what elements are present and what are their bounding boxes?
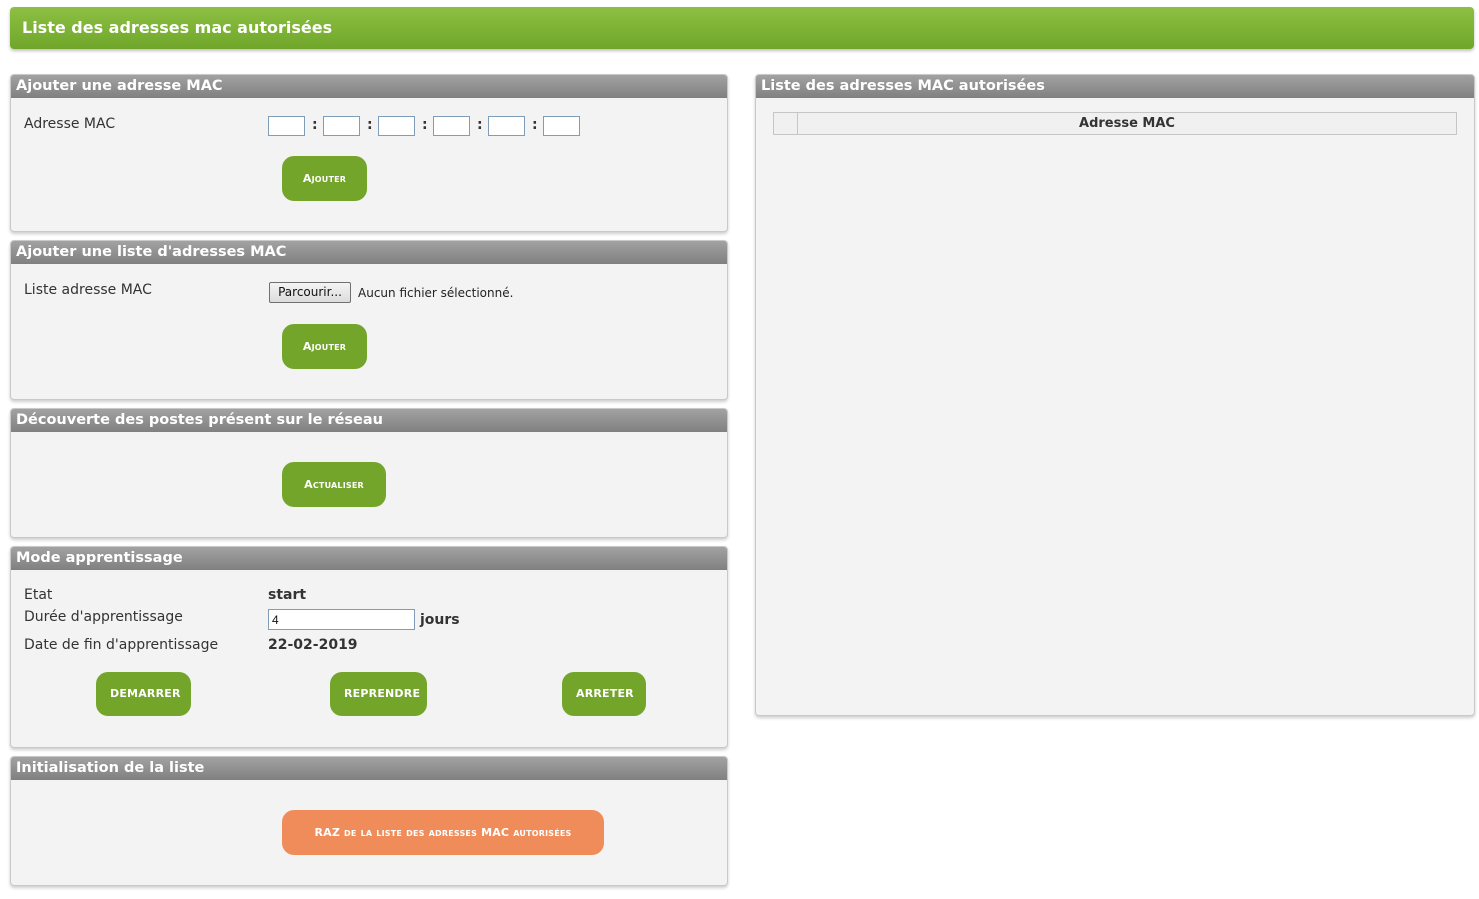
no-file-selected-text: Aucun fichier sélectionné.	[358, 286, 514, 300]
duration-unit: jours	[420, 612, 460, 628]
refresh-button[interactable]: Actualiser	[282, 462, 386, 507]
mac-octet-5-input[interactable]	[488, 116, 525, 136]
mac-octet-1-input[interactable]	[268, 116, 305, 136]
add-mac-list-button[interactable]: Ajouter	[282, 324, 367, 369]
mac-separator: :	[532, 117, 538, 133]
resume-learning-button[interactable]: REPRENDRE	[330, 672, 427, 716]
page-title-bar: Liste des adresses mac autorisées	[10, 7, 1474, 49]
start-learning-button[interactable]: DEMARRER	[96, 672, 191, 716]
mac-separator: :	[367, 117, 373, 133]
add-mac-panel-title: Ajouter une adresse MAC	[11, 75, 727, 98]
state-label: Etat	[24, 587, 53, 603]
add-mac-list-panel-title: Ajouter une liste d'adresses MAC	[11, 241, 727, 264]
select-all-column-header[interactable]	[774, 113, 798, 134]
browse-file-button[interactable]: Parcourir...	[269, 282, 351, 303]
mac-separator: :	[312, 117, 318, 133]
mac-address-column-header[interactable]: Adresse MAC	[798, 113, 1456, 134]
learning-end-date-value: 22-02-2019	[268, 637, 358, 653]
mac-octet-3-input[interactable]	[378, 116, 415, 136]
learning-end-date-label: Date de fin d'apprentissage	[24, 637, 219, 653]
mac-octet-4-input[interactable]	[433, 116, 470, 136]
learning-duration-input[interactable]	[268, 609, 415, 630]
add-mac-button[interactable]: Ajouter	[282, 156, 367, 201]
learning-mode-panel: Mode apprentissage Etat start Durée d'ap…	[10, 546, 728, 748]
state-value: start	[268, 587, 307, 603]
learning-duration-label: Durée d'apprentissage	[24, 609, 183, 625]
add-mac-list-panel: Ajouter une liste d'adresses MAC Liste a…	[10, 240, 728, 400]
authorized-mac-list-panel: Liste des adresses MAC autorisées Adress…	[755, 74, 1475, 716]
mac-octet-2-input[interactable]	[323, 116, 360, 136]
learning-mode-panel-title: Mode apprentissage	[11, 547, 727, 570]
authorized-mac-list-panel-title: Liste des adresses MAC autorisées	[756, 75, 1474, 98]
mac-address-label: Adresse MAC	[24, 116, 116, 132]
mac-list-label: Liste adresse MAC	[24, 282, 152, 298]
discovery-panel: Découverte des postes présent sur le rés…	[10, 408, 728, 538]
mac-separator: :	[477, 117, 483, 133]
mac-octet-6-input[interactable]	[543, 116, 580, 136]
reset-list-panel-title: Initialisation de la liste	[11, 757, 727, 780]
add-mac-panel: Ajouter une adresse MAC Adresse MAC : : …	[10, 74, 728, 232]
page-title: Liste des adresses mac autorisées	[22, 18, 333, 37]
reset-mac-list-button[interactable]: RAZ de la liste des adresses MAC autoris…	[282, 810, 604, 855]
reset-list-panel: Initialisation de la liste RAZ de la lis…	[10, 756, 728, 886]
discovery-panel-title: Découverte des postes présent sur le rés…	[11, 409, 727, 432]
mac-table-header: Adresse MAC	[773, 112, 1457, 135]
mac-separator: :	[422, 117, 428, 133]
stop-learning-button[interactable]: ARRETER	[562, 672, 646, 716]
